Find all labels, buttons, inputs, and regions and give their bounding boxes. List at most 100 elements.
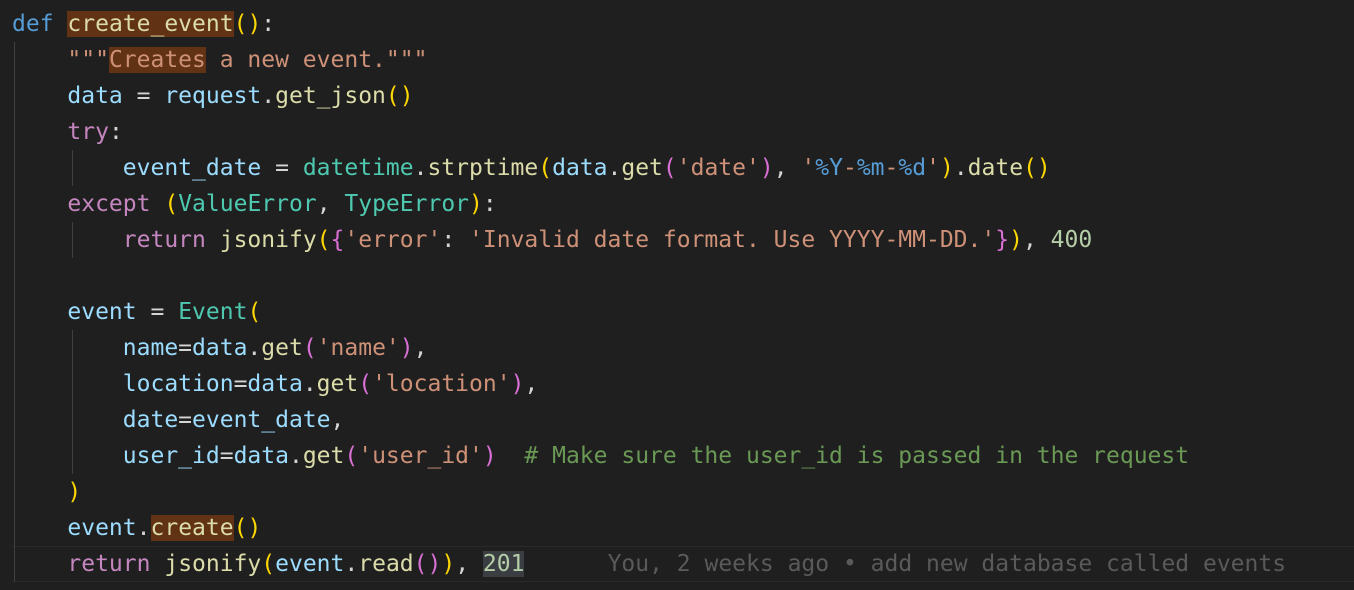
code-token: data (247, 371, 303, 397)
code-token: = (122, 83, 165, 109)
code-token: : (482, 191, 497, 217)
code-token: datetime (302, 155, 414, 181)
code-token: ( (233, 515, 248, 541)
code-token: event_date (192, 407, 331, 433)
code-token: . (344, 551, 359, 577)
code-token: ' (926, 155, 940, 181)
code-line[interactable]: event_date = datetime.strptime(data.get(… (12, 150, 1051, 186)
code-token: , (455, 551, 483, 577)
code-token: create (150, 515, 234, 541)
code-editor[interactable]: ·· def create_event(): """Creates a new … (0, 0, 1354, 590)
code-line[interactable]: ) (12, 474, 81, 510)
code-token: 'error' (344, 227, 442, 253)
code-line[interactable]: date=event_date, (12, 402, 345, 438)
code-token: . (288, 443, 303, 469)
code-token: get (621, 155, 663, 181)
code-token: %d (898, 155, 927, 181)
code-token: . (136, 515, 151, 541)
code-token: = (178, 407, 193, 433)
code-token: , (413, 335, 428, 361)
code-token: . (413, 155, 428, 181)
code-token: ) (247, 515, 262, 541)
code-token: ( (358, 371, 373, 397)
code-token: ( (164, 191, 179, 217)
code-token: . (302, 371, 317, 397)
code-token: name (122, 335, 179, 361)
code-token: ( (247, 299, 262, 325)
code-token: ) (939, 155, 954, 181)
code-line[interactable]: def create_event(): (12, 6, 275, 42)
code-token: a new event.""" (205, 47, 428, 73)
code-line[interactable]: user_id=data.get('user_id') # Make sure … (12, 438, 1189, 474)
code-token: ( (1023, 155, 1037, 181)
code-token: ' (801, 155, 816, 181)
code-token: , (524, 371, 539, 397)
code-token: ( (261, 551, 276, 577)
code-line[interactable]: data = request.get_json() (12, 78, 413, 114)
code-token: jsonify (219, 227, 317, 253)
code-token: except (67, 191, 151, 217)
code-token: 'date' (676, 155, 760, 181)
code-token: event (275, 551, 345, 577)
code-token: read (358, 551, 414, 577)
code-token: 'location' (372, 371, 511, 397)
code-line[interactable]: except (ValueError, TypeError): (12, 186, 497, 222)
code-token: ) (399, 335, 414, 361)
code-token: try (67, 119, 109, 145)
code-token: ( (302, 335, 317, 361)
code-line[interactable]: event = Event( (12, 294, 261, 330)
code-token: , (330, 407, 345, 433)
code-token: return (67, 551, 151, 577)
code-token: - (884, 155, 899, 181)
code-token: ) (67, 479, 82, 505)
code-token: , (1022, 227, 1051, 253)
code-token: ) (1036, 155, 1051, 181)
code-token: data (192, 335, 248, 361)
code-token: ( (316, 227, 331, 253)
code-token: { (330, 227, 345, 253)
code-token: 'Invalid date format. Use YYYY-MM-DD.' (469, 227, 996, 253)
code-token: . (261, 83, 276, 109)
code-token: ) (759, 155, 774, 181)
code-token: ) (1009, 227, 1023, 253)
code-token: """ (67, 47, 109, 73)
code-token: # Make sure the user_id is passed in the… (524, 443, 1190, 469)
code-token: jsonify (164, 551, 262, 577)
code-token: ( (662, 155, 677, 181)
code-line[interactable]: """Creates a new event.""" (12, 42, 427, 78)
code-line[interactable]: return jsonify({'error': 'Invalid date f… (12, 222, 1092, 258)
code-token: def (12, 11, 54, 37)
code-token: ( (233, 11, 248, 37)
code-token: . (607, 155, 622, 181)
code-token: get (316, 371, 359, 397)
code-token: %Y (815, 155, 843, 181)
code-token: . (247, 335, 262, 361)
code-token: get (261, 335, 303, 361)
code-line[interactable]: try: (12, 114, 122, 150)
code-token: create_event (67, 11, 234, 37)
code-token: 'name' (316, 335, 400, 361)
code-token: ( (385, 83, 400, 109)
code-token: : (441, 227, 470, 253)
code-token: ) (482, 443, 497, 469)
code-token: = (178, 335, 193, 361)
code-line[interactable]: event.create() (12, 510, 261, 546)
code-line[interactable]: name=data.get('name'), (12, 330, 428, 366)
code-token: = (233, 371, 248, 397)
code-line[interactable]: return jsonify(event.read()), 201 You, 2… (12, 546, 1286, 582)
code-token: ) (469, 191, 483, 217)
code-line[interactable]: location=data.get('location'), (12, 366, 539, 402)
